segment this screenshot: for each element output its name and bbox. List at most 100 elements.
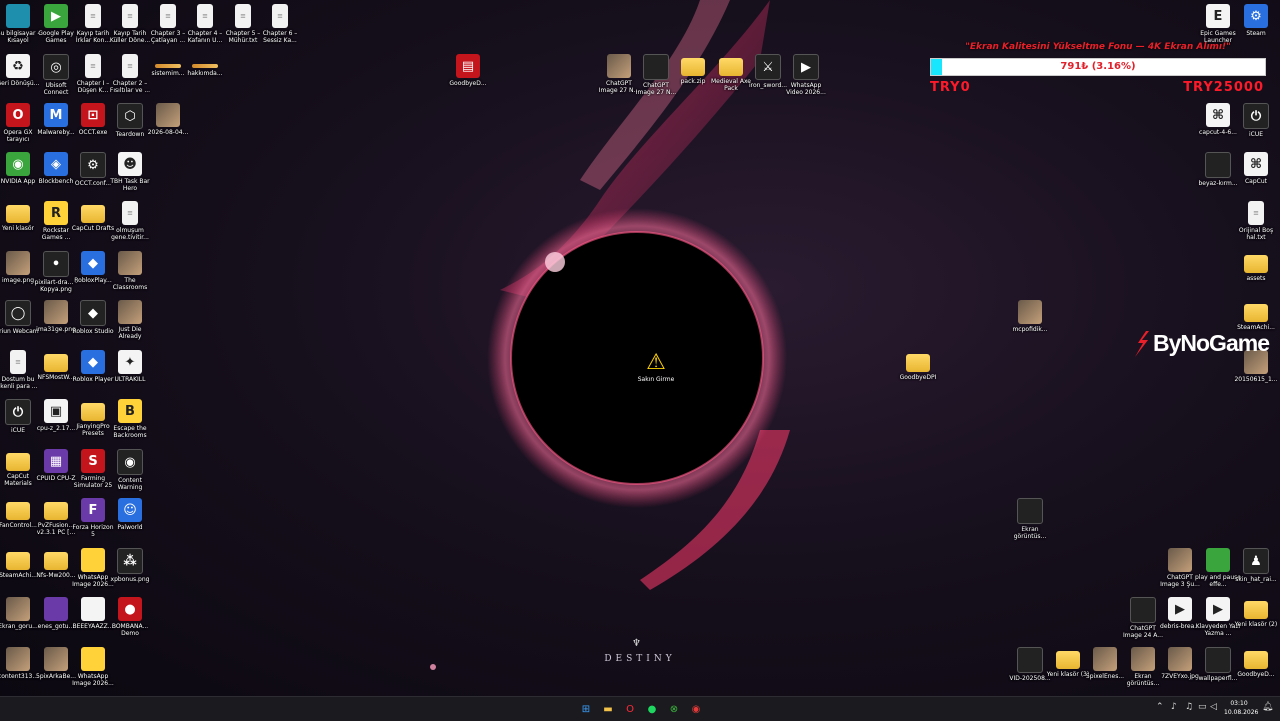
desktop-icon-goodbyedpi-br[interactable]: GoodbyeD... (1233, 647, 1279, 678)
palworld-icon: ☺ (118, 498, 142, 522)
recording-app-icon[interactable]: ◉ (688, 701, 704, 717)
desktop-icon-ekran-goruntusu-mid[interactable]: Ekran görüntüs... (1007, 498, 1053, 540)
winrar-icon: ▤ (456, 54, 480, 78)
desktop-icon-icue-right[interactable]: ⏻ iCUE (1233, 103, 1279, 138)
desktop-icon-orijinal-bos[interactable]: ≡ Orijinal Boş hal.txt (1233, 201, 1279, 241)
image-file-icon (1205, 152, 1231, 178)
text-file-icon: ≡ (272, 4, 288, 28)
network-icon[interactable]: ▭ (1198, 702, 1207, 712)
desktop-icon-tbh-taskbar[interactable]: ☻ TBH Task Bar Hero (107, 152, 153, 192)
warning-icon: ⚠ (646, 349, 666, 375)
shortcut-bar-icon (192, 64, 218, 68)
image-file-icon (81, 548, 105, 572)
desktop-icon-whatsapp-img-2[interactable]: WhatsApp Image 2026... (70, 647, 116, 687)
folder-icon (1244, 601, 1268, 619)
windows-start-icon[interactable]: ⊞ (578, 701, 594, 717)
folder-icon (44, 502, 68, 520)
speaker-icon[interactable]: ♫ (1185, 702, 1193, 712)
desktop-icon-label: Chapter 6 – Sessiz Ka... (262, 30, 298, 44)
rockstar-icon: R (44, 201, 68, 225)
folder-icon (6, 453, 30, 471)
desktop-icon-capcut[interactable]: ⌘ CapCut (1233, 152, 1279, 185)
desktop-icon-label: iCUE (1248, 131, 1264, 138)
forza-icon: F (81, 498, 105, 522)
desktop-icon-olmuyum[interactable]: ≡ olmuşum gene.tivitir... (107, 201, 153, 241)
volume-icon[interactable]: ◁ (1210, 702, 1217, 712)
content-warning-icon: ◉ (117, 449, 143, 475)
text-file-icon: ≡ (160, 4, 176, 28)
folder-icon (6, 205, 30, 223)
microphone-icon[interactable]: ♪ (1171, 702, 1177, 712)
folder-icon (81, 403, 105, 421)
malwarebytes-icon: M (44, 103, 68, 127)
donation-goal-widget: "Ekran Kalitesini Yükseltme Fonu — 4K Ek… (930, 42, 1266, 102)
roblox-icon: ◆ (81, 350, 105, 374)
desktop-icon-yeni-klasor-2[interactable]: Yeni klasör (2) (1233, 597, 1279, 628)
desktop-icon-ultrakill[interactable]: ✦ ULTRAKILL (107, 350, 153, 383)
text-file-icon: ≡ (85, 4, 101, 28)
desktop-icon-label: Orijinal Boş hal.txt (1238, 227, 1274, 241)
desktop-icon-label: GoodbyeD... (1237, 671, 1275, 678)
desktop-icon-label: Steam (1246, 30, 1266, 37)
desktop-icon-palworld[interactable]: ☺ Palworld (107, 498, 153, 531)
image-file-icon (6, 647, 30, 671)
text-file-icon: ≡ (197, 4, 213, 28)
desktop-icon-label: skin_hat_rai... (1235, 576, 1277, 583)
desktop-icon-content-warning[interactable]: ◉ Content Warning (107, 449, 153, 491)
taskbar-clock[interactable]: 03:10 10.08.2026 (1224, 699, 1259, 717)
desktop-icon-label: Palworld (117, 524, 143, 531)
image-file-icon (1168, 548, 1192, 572)
image-file-icon (607, 54, 631, 78)
desktop-icon-chapter-6[interactable]: ≡ Chapter 6 – Sessiz Ka... (257, 4, 303, 44)
chevron-up-icon[interactable]: ⌃ (1156, 702, 1164, 712)
donation-progress-text: 791₺ (3.16%) (1060, 61, 1136, 72)
desktop-icon-escape-backrooms[interactable]: B Escape the Backrooms (107, 399, 153, 439)
image-file-icon (1017, 498, 1043, 524)
recycle-bin-icon: ♻ (6, 54, 30, 78)
desktop-icon-steam[interactable]: ⚙ Steam (1233, 4, 1279, 37)
desktop-icon-goodbyedpi-top[interactable]: ▤ GoodbyeD... (445, 54, 491, 87)
ultrakill-icon: ✦ (118, 350, 142, 374)
image-file-icon (1206, 548, 1230, 572)
image-file-icon: ⁂ (117, 548, 143, 574)
xbox-icon[interactable]: ⊗ (666, 701, 682, 717)
desktop-icon-xpbonus[interactable]: ⁂ xpbonus.png (107, 548, 153, 583)
desktop-icon-the-classrooms[interactable]: The Classrooms (107, 251, 153, 291)
desktop-icon-label: GoodbyeD... (449, 80, 487, 87)
image-file-icon (1018, 300, 1042, 324)
spotify-icon[interactable]: ● (644, 701, 660, 717)
desktop-icon-assets[interactable]: assets (1233, 251, 1279, 282)
folder-icon (6, 502, 30, 520)
clock-date: 10.08.2026 (1224, 709, 1259, 716)
desktop-icon-sakin-girme[interactable]: ⚠ Sakın Girme (633, 349, 679, 384)
image-file-icon (81, 597, 105, 621)
desktop-icon-goodbyedpi-mid[interactable]: GoodbyeDPI (895, 350, 941, 381)
teardown-icon: ⬡ (117, 103, 143, 129)
text-file-icon: ≡ (235, 4, 251, 28)
image-file-icon (44, 300, 68, 324)
desktop-icon-whatsapp-video[interactable]: ▶ WhatsApp Video 2026... (783, 54, 829, 96)
desktop-icon-just-die[interactable]: Just Die Already (107, 300, 153, 340)
desktop-icon-video-2026[interactable]: 2026-08-04... (145, 103, 191, 136)
epic-games-icon: E (1206, 4, 1230, 28)
classrooms-icon (118, 251, 142, 275)
desktop-icon-skin-hat[interactable]: ♟ skin_hat_rai... (1233, 548, 1279, 583)
opera-gx-icon[interactable]: O (622, 701, 638, 717)
desktop-icon-label: Ekran görüntüs... (1013, 526, 1047, 540)
image-file-icon (1168, 647, 1192, 671)
desktop-icon-label: 2026-08-04... (147, 129, 189, 136)
farming-icon: S (81, 449, 105, 473)
desktop-icon-label: CapCut (1244, 178, 1268, 185)
image-file-icon (1131, 647, 1155, 671)
desktop-icon-hakkimda[interactable]: hakkımda... (182, 54, 228, 77)
desktop-icon-steamachi-right[interactable]: SteamAchi... (1233, 300, 1279, 331)
text-file-icon: ≡ (85, 54, 101, 78)
desktop-icon-mcpofidik[interactable]: mcpofidik... (1007, 300, 1053, 333)
folder-icon (44, 354, 68, 372)
desktop-icon-label: Content Warning (117, 477, 143, 491)
notification-bell-icon[interactable]: 🔔︎ (1262, 702, 1273, 712)
folder-icon (1244, 651, 1268, 669)
shortcut-bar-icon (155, 64, 181, 68)
file-explorer-icon[interactable]: ▬ (600, 701, 616, 717)
desktop-icon-bombana[interactable]: ● BOMBANA... Demo (107, 597, 153, 637)
